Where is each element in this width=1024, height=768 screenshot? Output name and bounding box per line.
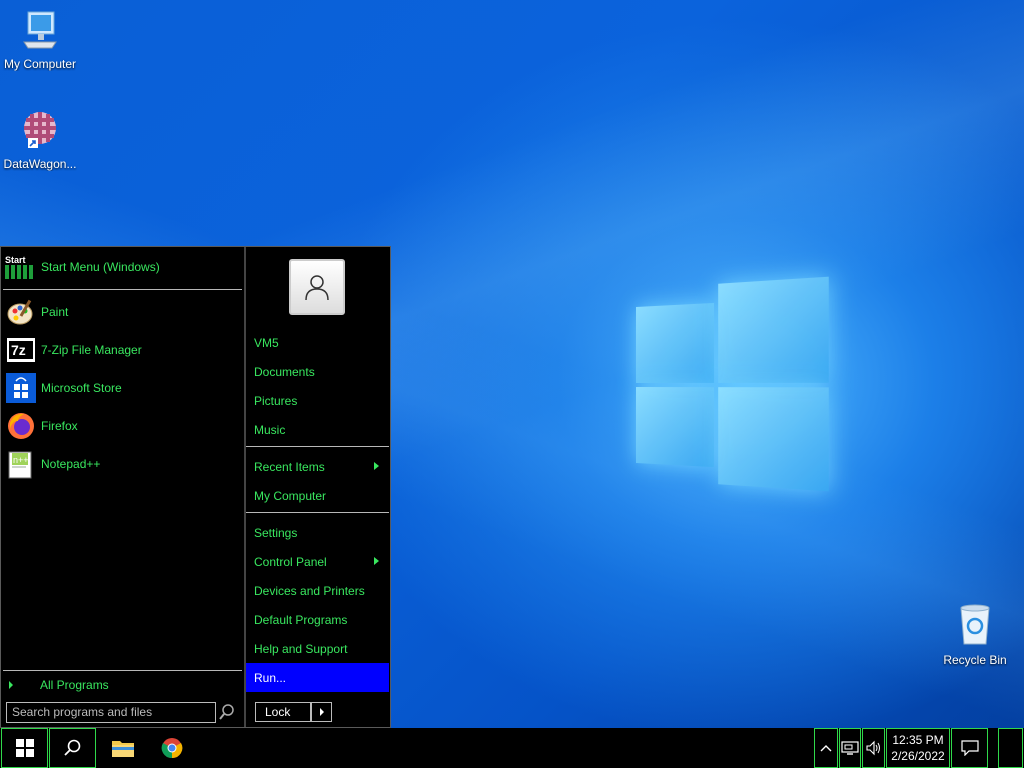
place-label: Music — [254, 422, 286, 437]
start-menu-places: VM5 Documents Pictures Music Recent Item… — [246, 247, 391, 727]
7zip-icon: 7z — [5, 334, 37, 366]
place-label: My Computer — [254, 488, 327, 503]
start-menu: Start Start Menu (Windows) Paint 7z 7-Zi… — [0, 246, 391, 728]
volume-icon — [865, 740, 880, 756]
desktop-icon-my-computer[interactable]: My Computer — [0, 8, 80, 71]
clock-time: 12:35 PM — [892, 733, 944, 747]
tray-overflow-button[interactable] — [814, 728, 838, 768]
places-help-support[interactable]: Help and Support — [246, 634, 389, 663]
taskbar-file-explorer[interactable] — [99, 728, 146, 768]
wallpaper-windows-logo — [636, 276, 831, 492]
program-notepadpp[interactable]: n++ Notepad++ — [1, 446, 241, 482]
place-label: Run... — [254, 670, 287, 685]
program-label: Firefox — [41, 419, 78, 433]
taskbar-chrome[interactable] — [148, 728, 195, 768]
chevron-right-icon — [374, 557, 379, 565]
place-label: Control Panel — [254, 554, 327, 569]
taskbar: 12:35 PM 2/26/2022 — [0, 728, 1024, 768]
computer-icon — [23, 11, 57, 49]
notepadpp-icon: n++ — [5, 448, 37, 480]
taskbar-clock[interactable]: 12:35 PM 2/26/2022 — [886, 728, 950, 768]
place-label: Settings — [254, 525, 298, 540]
tray-volume[interactable] — [862, 728, 885, 768]
store-icon — [5, 372, 37, 404]
desktop-icon-label: DataWagon... — [3, 157, 77, 171]
search-icon[interactable] — [218, 703, 238, 723]
program-microsoft-store[interactable]: Microsoft Store — [1, 370, 241, 406]
chevron-right-icon — [319, 708, 324, 716]
program-7zip[interactable]: 7z 7-Zip File Manager — [1, 332, 241, 368]
place-label: Recent Items — [254, 459, 325, 474]
place-label: Devices and Printers — [254, 583, 365, 598]
places-settings[interactable]: Settings — [246, 518, 389, 547]
start-button[interactable] — [1, 728, 48, 768]
program-label: Notepad++ — [41, 457, 101, 471]
desktop-icon-label: My Computer — [3, 57, 77, 71]
places-devices-printers[interactable]: Devices and Printers — [246, 576, 389, 605]
separator — [3, 289, 242, 290]
windows-logo-icon — [15, 739, 34, 757]
desktop-icon-label: Recycle Bin — [943, 653, 1007, 667]
place-label: Default Programs — [254, 612, 348, 627]
network-icon — [841, 741, 859, 755]
search-icon — [63, 739, 80, 756]
search-box[interactable]: Search programs and files — [6, 702, 216, 723]
program-firefox[interactable]: Firefox — [1, 408, 241, 444]
desktop-icon-datawagon[interactable]: DataWagon... — [0, 106, 80, 171]
desktop-icon-recycle-bin[interactable]: Recycle Bin — [935, 602, 1015, 667]
place-label: Help and Support — [254, 641, 348, 656]
tray-network[interactable] — [839, 728, 861, 768]
separator — [246, 446, 389, 447]
chevron-right-icon — [9, 681, 13, 689]
svg-text:n++: n++ — [13, 455, 29, 465]
separator — [3, 670, 242, 671]
user-avatar[interactable] — [289, 259, 345, 315]
chrome-icon — [161, 738, 182, 759]
file-explorer-icon — [111, 741, 134, 757]
svg-text:7z: 7z — [11, 342, 26, 358]
recycle-bin-icon — [960, 604, 990, 645]
chevron-up-icon — [820, 745, 832, 752]
all-programs-label: All Programs — [40, 678, 109, 692]
paint-icon — [5, 296, 37, 328]
start-menu-app-icon: Start — [5, 251, 37, 283]
places-control-panel[interactable]: Control Panel — [246, 547, 389, 576]
datawagon-shortcut-icon — [24, 112, 56, 148]
start-menu-programs: Start Start Menu (Windows) Paint 7z 7-Zi… — [1, 247, 244, 727]
start-menu-header[interactable]: Start Start Menu (Windows) — [1, 249, 241, 285]
places-music[interactable]: Music — [246, 415, 389, 444]
program-label: Paint — [41, 305, 69, 319]
program-label: 7-Zip File Manager — [41, 343, 142, 357]
clock-date: 2/26/2022 — [891, 749, 945, 763]
user-icon — [305, 275, 329, 301]
all-programs-button[interactable]: All Programs — [1, 674, 241, 696]
start-icon-text: Start — [5, 255, 26, 265]
places-user-folder[interactable]: VM5 — [246, 328, 389, 357]
lock-button[interactable]: Lock — [255, 702, 311, 722]
place-label: Documents — [254, 364, 315, 379]
places-run[interactable]: Run... — [246, 663, 389, 692]
taskbar-search-button[interactable] — [49, 728, 96, 768]
places-pictures[interactable]: Pictures — [246, 386, 389, 415]
place-label: Pictures — [254, 393, 298, 408]
action-center-icon — [960, 740, 979, 756]
start-menu-header-label: Start Menu (Windows) — [41, 260, 160, 274]
firefox-icon — [5, 410, 37, 442]
lock-options-button[interactable] — [311, 702, 332, 722]
action-center-button[interactable] — [951, 728, 988, 768]
places-my-computer[interactable]: My Computer — [246, 481, 389, 510]
places-recent-items[interactable]: Recent Items — [246, 452, 389, 481]
place-label: VM5 — [254, 335, 279, 350]
separator — [246, 512, 389, 513]
chevron-right-icon — [374, 462, 379, 470]
places-default-programs[interactable]: Default Programs — [246, 605, 389, 634]
show-desktop-button[interactable] — [998, 728, 1023, 768]
places-documents[interactable]: Documents — [246, 357, 389, 386]
program-paint[interactable]: Paint — [1, 294, 241, 330]
program-label: Microsoft Store — [41, 381, 122, 395]
